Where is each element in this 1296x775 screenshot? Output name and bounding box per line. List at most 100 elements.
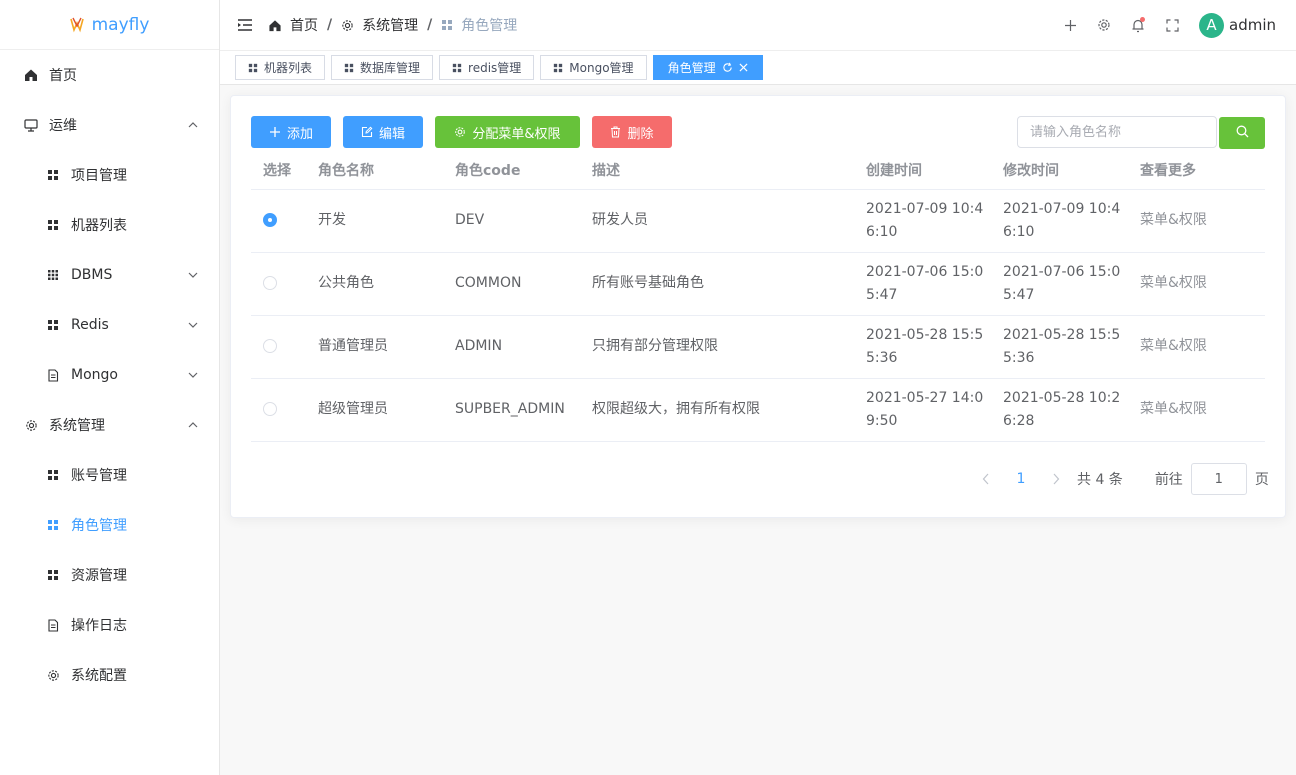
sidebar-item-mongo[interactable]: Mongo: [0, 350, 219, 400]
sidebar-item-dbms[interactable]: DBMS: [0, 250, 219, 300]
grid-icon: [46, 568, 60, 582]
sidebar-item-projects[interactable]: 项目管理: [0, 150, 219, 200]
bell-icon[interactable]: [1121, 8, 1155, 42]
breadcrumb-item-home[interactable]: 首页: [290, 15, 318, 35]
tag-databases[interactable]: 数据库管理: [331, 55, 434, 80]
sidebar-item-logs[interactable]: 操作日志: [0, 600, 219, 650]
menu-toggle-icon[interactable]: [236, 16, 254, 34]
grid-icon: [46, 168, 60, 182]
tag-label: 机器列表: [264, 61, 313, 75]
column-header: 创建时间: [854, 152, 991, 190]
notification-dot: [1140, 17, 1145, 22]
sidebar-item-label: 系统配置: [71, 668, 127, 684]
refresh-icon[interactable]: [722, 62, 733, 73]
add-button[interactable]: 添加: [251, 116, 331, 148]
column-header: 修改时间: [991, 152, 1128, 190]
breadcrumb-item-current: 角色管理: [461, 18, 518, 34]
sidebar-item-accounts[interactable]: 账号管理: [0, 450, 219, 500]
document-icon: [46, 618, 60, 632]
updated-time: 2021-07-06 15:0 5:47: [991, 252, 1128, 316]
user-menu[interactable]: A admin: [1199, 12, 1276, 38]
sidebar: mayfly 首页 运维 项目管理 机器列表 DBMS Redis Mongo …: [0, 0, 220, 775]
role-name: 超级管理员: [306, 378, 443, 442]
breadcrumb-item-system[interactable]: 系统管理: [362, 15, 418, 35]
gear-icon[interactable]: [1087, 8, 1121, 42]
table-header-row: 选择 角色名称 角色code 描述 创建时间 修改时间 查看更多: [251, 152, 1265, 190]
created-time: 2021-07-09 10:4 6:10: [854, 189, 991, 253]
role-code: DEV: [443, 189, 580, 253]
logo[interactable]: mayfly: [0, 0, 219, 50]
sidebar-item-label: 账号管理: [71, 468, 127, 484]
column-header: 查看更多: [1128, 152, 1265, 190]
updated-time: 2021-05-28 15:5 5:36: [991, 315, 1128, 379]
sidebar-item-system[interactable]: 系统管理: [0, 400, 219, 450]
tag-redis[interactable]: redis管理: [439, 55, 535, 80]
created-time: 2021-07-06 15:0 5:47: [854, 252, 991, 316]
sidebar-item-config[interactable]: 系统配置: [0, 650, 219, 700]
page-number-current[interactable]: 1: [1001, 471, 1041, 487]
role-name-search-input[interactable]: [1017, 116, 1217, 148]
column-header: 角色code: [443, 152, 580, 190]
delete-button[interactable]: 删除: [592, 116, 672, 148]
assign-menu-permission-button[interactable]: 分配菜单&权限: [435, 116, 580, 148]
trash-icon: [610, 126, 621, 138]
sidebar-item-label: Mongo: [71, 367, 118, 383]
tag-label: 数据库管理: [360, 61, 421, 75]
sidebar-item-label: 资源管理: [71, 568, 127, 584]
row-select-radio[interactable]: [263, 276, 277, 290]
sidebar-item-label: 项目管理: [71, 168, 127, 184]
search-button[interactable]: [1219, 117, 1265, 149]
goto-page-input[interactable]: [1190, 463, 1247, 495]
sidebar-item-redis[interactable]: Redis: [0, 300, 219, 350]
sidebar-item-home[interactable]: 首页: [0, 50, 219, 100]
created-time: 2021-05-27 14:0 9:50: [854, 378, 991, 442]
add-button-label: 添加: [286, 126, 313, 142]
role-management-card: 添加 编辑 分配菜单&权限 删除 选择 角色名称 角色code 描述 创建时间 …: [230, 95, 1286, 518]
row-select-radio[interactable]: [263, 213, 277, 227]
chevron-left-icon[interactable]: [971, 473, 1001, 485]
row-select-radio[interactable]: [263, 402, 277, 416]
table-row[interactable]: 普通管理员 ADMIN 只拥有部分管理权限 2021-05-28 15:5 5:3…: [251, 315, 1265, 379]
grid-icon: [46, 468, 60, 482]
tag-roles[interactable]: 角色管理: [652, 55, 763, 80]
row-select-radio[interactable]: [263, 339, 277, 353]
close-icon[interactable]: [739, 63, 748, 72]
role-description: 研发人员: [580, 189, 854, 253]
top-header: 首页 / 系统管理 / 角色管理 A admin: [220, 0, 1296, 50]
menu-permission-link[interactable]: 菜单&权限: [1128, 189, 1265, 253]
role-description: 所有账号基础角色: [580, 252, 854, 316]
grid-icon: [46, 518, 60, 532]
gear-icon: [24, 418, 38, 432]
table-row[interactable]: 开发 DEV 研发人员 2021-07-09 10:4 6:10 2021-07-…: [251, 189, 1265, 253]
edit-button[interactable]: 编辑: [343, 116, 423, 148]
assign-button-label: 分配菜单&权限: [472, 126, 561, 142]
pagination: 1 共 4 条 前往 页: [971, 463, 1269, 495]
tag-mongo[interactable]: Mongo管理: [540, 55, 647, 80]
sidebar-item-machines[interactable]: 机器列表: [0, 200, 219, 250]
menu-permission-link[interactable]: 菜单&权限: [1128, 315, 1265, 379]
plus-icon[interactable]: [1053, 8, 1087, 42]
role-name: 开发: [306, 189, 443, 253]
header-actions: A admin: [1053, 0, 1276, 50]
sidebar-item-ops[interactable]: 运维: [0, 100, 219, 150]
menu-permission-link[interactable]: 菜单&权限: [1128, 378, 1265, 442]
table-row[interactable]: 公共角色 COMMON 所有账号基础角色 2021-07-06 15:0 5:47…: [251, 252, 1265, 316]
chevron-right-icon[interactable]: [1041, 473, 1071, 485]
created-time: 2021-05-28 15:5 5:36: [854, 315, 991, 379]
role-code: COMMON: [443, 252, 580, 316]
grid-icon: [553, 63, 563, 73]
role-description: 权限超级大，拥有所有权限: [580, 378, 854, 442]
tag-machines[interactable]: 机器列表: [235, 55, 326, 80]
sidebar-item-resources[interactable]: 资源管理: [0, 550, 219, 600]
chevron-down-icon: [188, 272, 198, 278]
table-row[interactable]: 超级管理员 SUPBER_ADMIN 权限超级大，拥有所有权限 2021-05-…: [251, 378, 1265, 442]
sidebar-item-roles[interactable]: 角色管理: [0, 500, 219, 550]
fullscreen-icon[interactable]: [1155, 8, 1189, 42]
grid-icon: [441, 19, 453, 31]
menu-permission-link[interactable]: 菜单&权限: [1128, 252, 1265, 316]
home-icon: [24, 68, 38, 82]
role-name: 公共角色: [306, 252, 443, 316]
grid-icon: [248, 63, 258, 73]
updated-time: 2021-07-09 10:4 6:10: [991, 189, 1128, 253]
gear-icon: [454, 126, 466, 138]
